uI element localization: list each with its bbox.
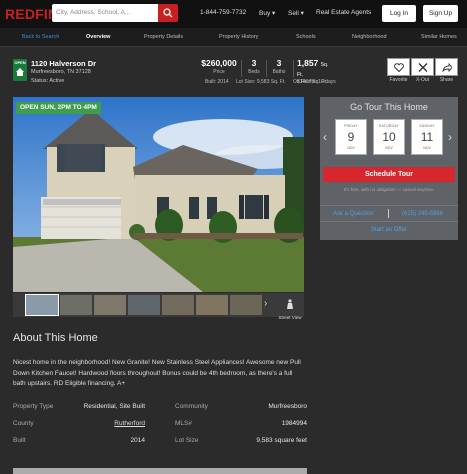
redfin-logo[interactable]: REDFIN [5,6,58,22]
divider [320,205,458,206]
agent-phone-link[interactable]: (615) 240-5866 [402,211,443,217]
tab-neighborhood[interactable]: Neighborhood [352,34,387,40]
phone-number[interactable]: 1-844-759-7732 [200,9,246,16]
map-preview-edge [13,468,307,474]
fact-key: Community [175,403,208,410]
sub-nav: Back to Search Overview Property Details… [0,28,467,47]
beds-stat: 3 Beds [248,58,260,75]
thumbnail[interactable] [25,294,59,316]
favorite-button[interactable] [387,58,410,76]
chevron-right-icon[interactable]: › [448,130,452,144]
search-icon [163,8,173,18]
fact-key: Built [13,437,26,444]
listing-photo[interactable] [13,97,304,292]
favorite-label: Favorite [389,77,408,83]
baths-stat: 3 Baths [272,58,286,75]
share-icon [442,63,452,72]
built-year: Built: 2014 [205,79,229,85]
fact-key: County [13,420,34,427]
back-to-search-link[interactable]: Back to Search [22,34,59,40]
signup-button[interactable]: Sign Up [423,5,458,22]
fact-value: 9,583 square feet [256,437,307,444]
xout-label: X-Out [415,77,430,83]
share-label: Share [439,77,454,83]
days-on-redfin: On Redfin: 10 days [293,79,336,85]
tour-panel: Go Tour This Home ‹ FRIDAY 9 NOV SATURDA… [320,97,458,240]
tour-day-friday[interactable]: FRIDAY 9 NOV [335,119,367,155]
tour-title: Go Tour This Home [350,102,428,112]
person-icon [287,299,293,309]
lot-size: Lot Size: 9,583 Sq. Ft. [236,79,286,85]
facts-row: County Rutherford MLS# 1984994 [13,420,307,434]
fact-value: 1984994 [281,420,307,427]
thumbnail[interactable] [162,295,194,315]
tab-overview[interactable]: Overview [86,34,110,40]
tab-similar-homes[interactable]: Similar Homes [421,34,457,40]
thumbnail[interactable] [196,295,228,315]
chevron-right-icon[interactable]: › [264,298,267,309]
tour-day-saturday[interactable]: SATURDAY 10 NOV [373,119,405,155]
close-icon [418,63,428,72]
street-view-label: Street View [278,315,302,320]
fact-value: 2014 [130,437,145,444]
stat-divider [241,60,242,77]
divider [320,221,458,222]
nav-agents[interactable]: Real Estate Agents [316,9,371,16]
fact-value: Murfreesboro [268,403,307,410]
listing-status-badge: OPEN [13,59,27,81]
fact-key: Property Type [13,403,54,410]
listing-address: 1120 Halverson Dr [31,59,97,68]
stat-divider [266,60,267,77]
county-link[interactable]: Rutherford [63,420,145,427]
login-button[interactable]: Log In [382,5,416,22]
free-note: It's free, with no obligation — cancel a… [343,187,435,192]
thumbnail[interactable] [128,295,160,315]
xout-button[interactable] [411,58,434,76]
about-description: Nicest home in the neighborhood! New Gra… [13,359,301,387]
fact-key: MLS# [175,420,192,427]
nav-sell[interactable]: Sell ▾ [288,9,304,17]
start-offer-link[interactable]: Start an Offer [320,227,458,233]
price-stat: $260,000 Price [201,58,237,75]
nav-buy[interactable]: Buy ▾ [259,9,275,17]
thumbnail[interactable] [230,295,262,315]
stat-divider [293,60,294,77]
ask-question-link[interactable]: Ask a Question [333,211,374,217]
divider [388,209,389,218]
sqft-value: 1,857 [297,58,319,68]
street-view-button[interactable]: Street View [276,296,304,320]
schedule-tour-button[interactable]: Schedule Tour [323,167,455,182]
chevron-left-icon[interactable]: ‹ [323,130,327,144]
tab-schools[interactable]: Schools [296,34,316,40]
facts-row: Property Type Residential, Site Built Co… [13,403,307,417]
about-heading: About This Home [13,332,98,344]
heart-icon [394,63,404,72]
tab-property-details[interactable]: Property Details [144,34,183,40]
tour-day-sunday[interactable]: SUNDAY 11 NOV [411,119,443,155]
facts-row: Built 2014 Lot Size 9,583 square feet [13,437,307,451]
fact-key: Lot Size [175,437,199,444]
share-button[interactable] [435,58,458,76]
listing-status: Status: Active [31,78,65,84]
house-icon [16,68,24,76]
open-house-badge: OPEN SUN, 2PM TO 4PM [16,102,101,114]
fact-value: Residential, Site Built [83,403,145,410]
thumbnail[interactable] [60,295,92,315]
tab-property-history[interactable]: Property History [219,34,258,40]
search-button[interactable] [158,4,178,22]
photo-thumbnails: › [13,293,304,317]
listing-city: Murfreesboro, TN 37128 [31,69,91,75]
thumbnail[interactable] [94,295,126,315]
search-input[interactable]: City, Address, School, A... [52,4,158,22]
house-photo [13,97,304,292]
